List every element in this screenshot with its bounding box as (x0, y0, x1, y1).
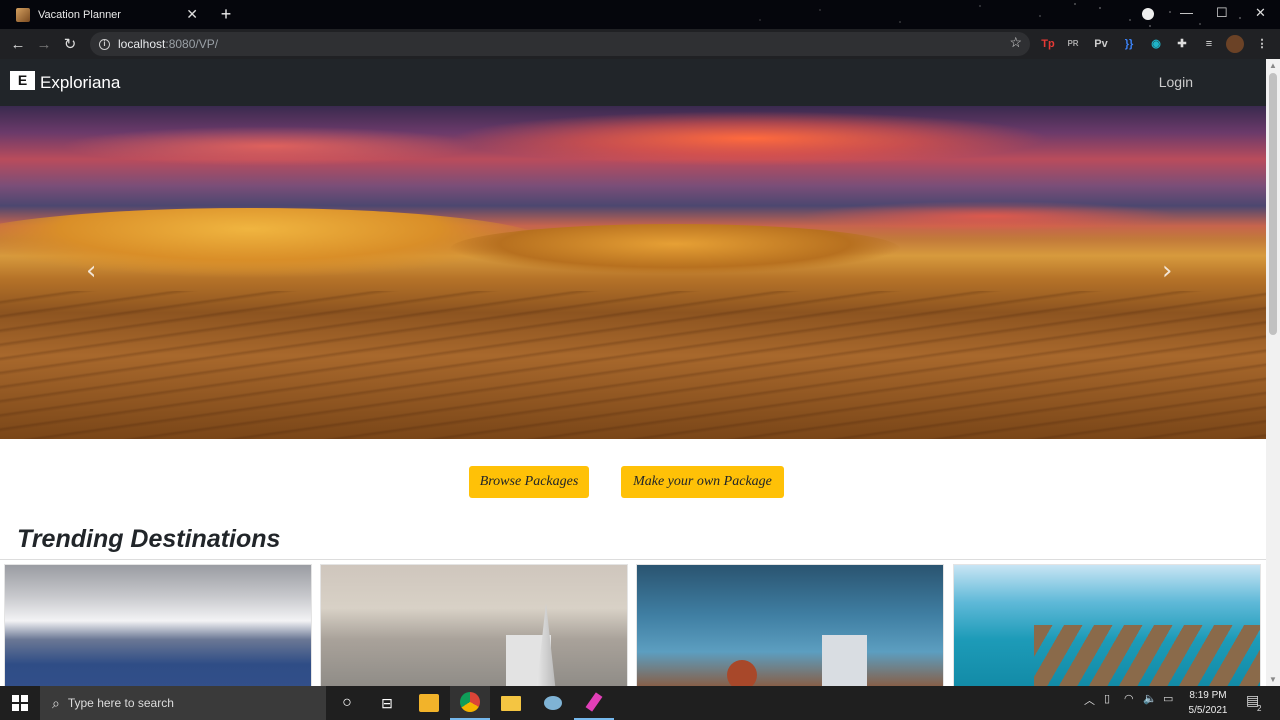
page-scrollbar[interactable]: ▲ ▼ (1266, 59, 1280, 686)
extension-circle-icon[interactable]: ◉ (1147, 35, 1165, 53)
carousel-next-icon[interactable]: › (1162, 256, 1172, 286)
taskbar-clock[interactable]: 8:19 PM 5/5/2021 (1184, 688, 1232, 718)
tab-title: Vacation Planner (38, 8, 121, 21)
site-favicon-icon (16, 7, 30, 22)
address-bar[interactable]: i localhost:8080/VP/ ☆ (90, 32, 1030, 56)
media-queue-icon[interactable]: ≡ (1200, 35, 1218, 53)
snipping-tool-icon[interactable] (574, 686, 614, 720)
scroll-down-icon[interactable]: ▼ (1269, 675, 1277, 684)
page-viewport: E Exploriana Login ‹ › Browse Packages M… (0, 59, 1266, 686)
scrollbar-thumb[interactable] (1269, 73, 1277, 335)
notification-count-badge: 2 (1257, 704, 1262, 713)
reload-icon[interactable]: ↻ (57, 35, 83, 53)
brand-name[interactable]: Exploriana (40, 73, 120, 93)
search-placeholder: Type here to search (67, 696, 174, 710)
chrome-taskbar-icon[interactable] (450, 686, 490, 720)
search-icon: ⌕ (52, 694, 60, 711)
task-view-icon[interactable]: ⊟ (367, 686, 407, 720)
wifi-icon[interactable]: ◠ (1124, 692, 1134, 705)
clock-date: 5/5/2021 (1188, 705, 1228, 716)
show-hidden-icons-icon[interactable]: ︿ (1084, 692, 1095, 708)
scroll-up-icon[interactable]: ▲ (1269, 61, 1277, 70)
gateway-dome-icon (727, 660, 757, 686)
destination-card-mountains[interactable] (4, 564, 312, 686)
site-info-icon[interactable]: i (99, 38, 110, 50)
destination-card-mumbai[interactable] (636, 564, 944, 686)
maximize-button[interactable]: ☐ (1216, 5, 1228, 21)
url-text[interactable]: localhost:8080/VP/ (118, 37, 218, 51)
start-button[interactable] (0, 686, 40, 720)
browser-window: Vacation Planner ✕ + — ☐ ✕ ← → ↻ i local… (0, 0, 1280, 720)
store-icon[interactable] (409, 686, 449, 720)
battery-icon[interactable]: ▭ (1163, 692, 1173, 705)
minimize-button[interactable]: — (1180, 5, 1193, 20)
clock-time: 8:19 PM (1189, 690, 1227, 701)
hero-carousel-desert-image: ‹ › (0, 106, 1266, 439)
browser-toolbar: ← → ↻ i localhost:8080/VP/ ☆ (0, 29, 1280, 59)
browser-menu-icon[interactable]: ⋮ (1253, 35, 1271, 53)
battery-saver-icon[interactable]: ▯ (1104, 692, 1110, 705)
paint-icon[interactable] (533, 686, 573, 720)
carousel-prev-icon[interactable]: ‹ (86, 256, 96, 286)
extensions-puzzle-icon[interactable]: ✚ (1173, 35, 1191, 53)
destination-cards (0, 559, 1266, 686)
extension-pr-icon[interactable]: PR (1064, 35, 1082, 53)
browser-tab[interactable]: Vacation Planner ✕ (8, 0, 208, 29)
login-link[interactable]: Login (1159, 74, 1193, 90)
close-window-button[interactable]: ✕ (1255, 5, 1266, 21)
file-explorer-icon[interactable] (491, 686, 531, 720)
action-buttons: Browse Packages Make your own Package (0, 466, 1266, 498)
cortana-icon[interactable]: ○ (327, 686, 367, 720)
tab-strip: Vacation Planner ✕ + — ☐ ✕ (0, 0, 1280, 29)
volume-icon[interactable]: 🔈 (1143, 692, 1157, 705)
water-villas-icon (1034, 625, 1260, 686)
profile-avatar[interactable] (1226, 35, 1244, 53)
new-tab-button[interactable]: + (216, 4, 236, 25)
destination-card-dubai[interactable] (320, 564, 628, 686)
download-indicator-icon[interactable] (1142, 8, 1154, 20)
extension-pv-icon[interactable]: Pv (1092, 35, 1110, 53)
extension-tp-icon[interactable]: Tp (1039, 35, 1057, 53)
bookmark-star-icon[interactable]: ☆ (1009, 34, 1022, 51)
browse-packages-button[interactable]: Browse Packages (469, 466, 589, 498)
back-arrow-icon[interactable]: ← (5, 36, 31, 53)
taskbar-search-box[interactable]: ⌕ Type here to search (40, 686, 326, 720)
make-own-package-button[interactable]: Make your own Package (621, 466, 784, 498)
destination-card-maldives[interactable] (953, 564, 1261, 686)
forward-arrow-icon[interactable]: → (31, 36, 57, 53)
close-tab-icon[interactable]: ✕ (186, 6, 198, 23)
extension-brackets-icon[interactable]: }} (1120, 35, 1138, 53)
brand-logo-icon[interactable]: E (10, 71, 35, 90)
section-title: Trending Destinations (17, 525, 281, 553)
site-navbar: E Exploriana Login (0, 59, 1266, 106)
